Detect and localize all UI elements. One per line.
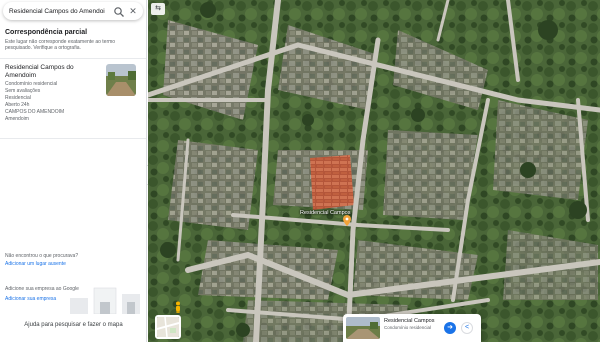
preview-subtitle: Condomínio residencial bbox=[384, 325, 432, 330]
layers-icon[interactable]: ⇆ bbox=[151, 3, 165, 15]
side-panel: Residencial Campos do Amendoim ✕ Corresp… bbox=[0, 0, 147, 342]
add-business-link[interactable]: Adicionar sua empresa bbox=[5, 296, 56, 302]
divider bbox=[0, 58, 146, 59]
place-preview-card[interactable]: Residencial Campos Condomínio residencia… bbox=[343, 314, 481, 342]
directions-icon[interactable]: ➜ bbox=[444, 322, 456, 334]
preview-photo[interactable] bbox=[346, 317, 380, 339]
partial-match-description: Este lugar não corresponde exatamente ao… bbox=[5, 39, 116, 51]
result-line: Sem avaliações bbox=[5, 88, 41, 94]
map-pin-icon[interactable] bbox=[343, 213, 351, 226]
search-icon[interactable] bbox=[113, 5, 125, 17]
result-line: Amendoim bbox=[5, 116, 29, 122]
storefront-illustration bbox=[70, 284, 142, 315]
satellite-map[interactable] bbox=[148, 0, 600, 342]
search-box[interactable]: Residencial Campos do Amendoim ✕ bbox=[3, 2, 143, 20]
share-icon[interactable]: < bbox=[461, 322, 473, 334]
search-input[interactable]: Residencial Campos do Amendoim bbox=[9, 8, 105, 15]
result-line: CAMPOS DO AMENDOIM bbox=[5, 109, 65, 115]
result-details: Condomínio residencial Sem avaliações Re… bbox=[5, 81, 64, 123]
add-missing-place-link[interactable]: Adicionar um lugar ausente bbox=[5, 261, 66, 267]
missing-place-prompt: Não encontrou o que procurava? bbox=[5, 253, 79, 259]
result-title[interactable]: Residencial Campos do Amendoim bbox=[5, 64, 100, 80]
map-type-toggle[interactable] bbox=[155, 315, 181, 339]
result-line: Aberto 24h bbox=[5, 102, 30, 108]
result-line: Condomínio residencial bbox=[5, 81, 58, 87]
divider bbox=[0, 138, 146, 139]
pegman-icon[interactable] bbox=[174, 300, 182, 313]
business-prompt: Adicione sua empresa ao Google bbox=[5, 286, 79, 292]
result-card[interactable]: Residencial Campos do Amendoim Condomíni… bbox=[0, 60, 146, 134]
result-line: Residencial bbox=[5, 95, 31, 101]
partial-match-title: Correspondência parcial bbox=[5, 29, 88, 36]
close-icon[interactable]: ✕ bbox=[127, 5, 139, 17]
help-link[interactable]: Ajuda para pesquisar e fazer o mapa bbox=[0, 322, 146, 328]
preview-title: Residencial Campos bbox=[384, 318, 435, 324]
result-photo[interactable] bbox=[106, 64, 136, 96]
